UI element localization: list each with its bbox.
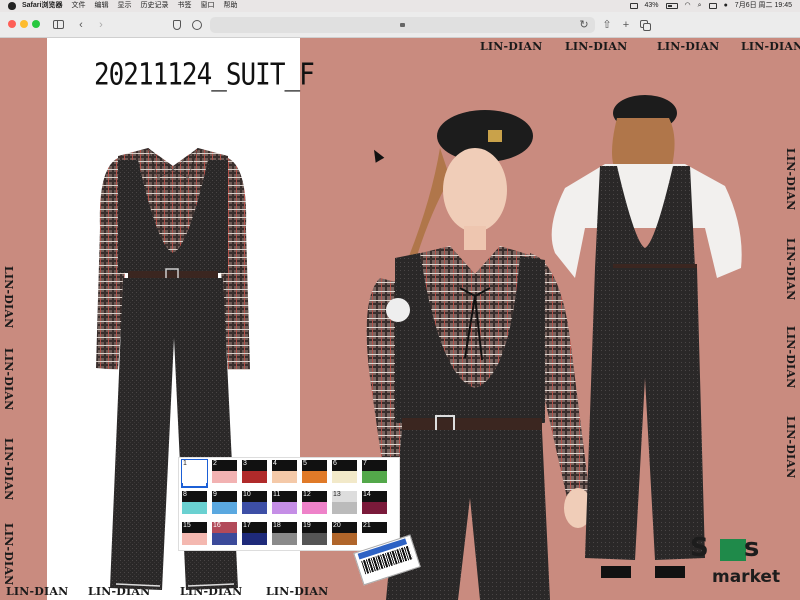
swatch-number: 12 [303, 491, 311, 498]
swatch-number: 21 [363, 522, 371, 529]
menu-edit[interactable]: 编辑 [94, 0, 108, 12]
watermark: LIN-DIAN [6, 585, 69, 598]
swatch-5[interactable]: 5 [302, 460, 327, 487]
swatch-16[interactable]: 16 [212, 522, 237, 549]
model-back-image [551, 95, 742, 578]
menu-bookmarks[interactable]: 书签 [177, 0, 191, 12]
menu-history[interactable]: 历史记录 [140, 0, 168, 12]
siri-icon[interactable]: ● [724, 0, 728, 12]
swatch-9[interactable]: 9 [212, 491, 237, 518]
minimize-window-button[interactable] [20, 20, 28, 28]
swatch-number: 18 [273, 522, 281, 529]
close-window-button[interactable] [8, 20, 16, 28]
share-icon[interactable]: ⇧ [598, 16, 616, 34]
outfit-title: 20211124_SUIT_F [94, 58, 315, 93]
swatch-7[interactable]: 7 [362, 460, 387, 487]
swatch-number: 17 [243, 522, 251, 529]
swatch-number: 8 [183, 491, 187, 498]
swatch-14[interactable]: 14 [362, 491, 387, 518]
watermark: LIN-DIAN [266, 585, 329, 598]
new-tab-plus-icon[interactable]: + [617, 16, 635, 34]
swatch-11[interactable]: 11 [272, 491, 297, 518]
swatch-2[interactable]: 2 [212, 460, 237, 487]
logo-line2: market [712, 567, 781, 587]
screen-icon[interactable] [629, 3, 638, 9]
zoom-window-button[interactable] [32, 20, 40, 28]
apple-icon[interactable] [8, 2, 16, 10]
watermark: LIN-DIAN [784, 416, 797, 479]
forward-chevron-icon[interactable]: › [92, 16, 110, 34]
swatch-1[interactable]: 1 [181, 459, 208, 488]
address-bar[interactable] [210, 17, 595, 33]
swatch-number: 13 [333, 491, 341, 498]
watermark: LIN-DIAN [2, 266, 15, 329]
swatch-number: 5 [303, 460, 307, 467]
lock-icon [400, 22, 405, 27]
swatch-8[interactable]: 8 [182, 491, 207, 518]
swatch-3[interactable]: 3 [242, 460, 267, 487]
swatch-number: 10 [243, 491, 251, 498]
reload-icon[interactable]: ↻ [575, 16, 593, 34]
sidebar-toggle-icon[interactable] [50, 16, 68, 34]
menu-help[interactable]: 帮助 [223, 0, 237, 12]
swatch-18[interactable]: 18 [272, 522, 297, 549]
swatch-10[interactable]: 10 [242, 491, 267, 518]
swatch-number: 3 [243, 460, 247, 467]
swatch-number: 7 [363, 460, 367, 467]
watermark: LIN-DIAN [784, 238, 797, 301]
back-chevron-icon[interactable]: ‹ [72, 16, 90, 34]
web-page: 20211124_SUIT_F LIN-DIAN LIN-DIAN LIN-DI… [0, 38, 800, 600]
swatch-number: 1 [183, 460, 187, 467]
privacy-shield-icon[interactable] [168, 16, 186, 34]
watermark: LIN-DIAN [2, 348, 15, 411]
swatch-6[interactable]: 6 [332, 460, 357, 487]
logo-line1: S s [690, 533, 762, 563]
watermark: LIN-DIAN [784, 326, 797, 389]
swatch-number: 4 [273, 460, 277, 467]
watermark: LIN-DIAN [2, 523, 15, 586]
color-swatch-palette: 1 2 3 4 5 6 7 8 9 10 11 12 13 14 15 16 17 18 19 20 21 [178, 457, 400, 551]
menu-bar: Safari浏览器 文件 编辑 显示 历史记录 书签 窗口 帮助 43% ◠ ⌕… [0, 0, 800, 12]
status-area: 43% ◠ ⌕ ● 7月6日 周二 19:45 [629, 0, 800, 12]
swatch-20[interactable]: 20 [332, 522, 357, 549]
browser-toolbar: ‹ › ↻ ⇧ + [0, 12, 800, 38]
watermark: LIN-DIAN [2, 438, 15, 501]
history-clock-icon[interactable] [188, 16, 206, 34]
swatch-4[interactable]: 4 [272, 460, 297, 487]
menu-file[interactable]: 文件 [71, 0, 85, 12]
sims-market-logo: S s market [690, 533, 794, 595]
watermark: LIN-DIAN [480, 40, 543, 53]
swatch-12[interactable]: 12 [302, 491, 327, 518]
battery-icon[interactable] [665, 3, 678, 9]
watermark: LIN-DIAN [565, 40, 628, 53]
menu-view[interactable]: 显示 [117, 0, 131, 12]
battery-percent: 43% [644, 2, 659, 9]
datetime[interactable]: 7月6日 周二 19:45 [735, 0, 792, 12]
swatch-number: 9 [213, 491, 217, 498]
wifi-icon[interactable]: ◠ [685, 0, 691, 12]
watermark: LIN-DIAN [784, 148, 797, 211]
swatch-19[interactable]: 19 [302, 522, 327, 549]
swatch-number: 19 [303, 522, 311, 529]
tab-overview-icon[interactable] [636, 16, 654, 34]
control-center-icon[interactable] [708, 3, 717, 9]
swatch-number: 16 [213, 522, 221, 529]
menu-app-name[interactable]: Safari浏览器 [22, 0, 62, 12]
menu-window[interactable]: 窗口 [200, 0, 214, 12]
swatch-number: 14 [363, 491, 371, 498]
spotlight-icon[interactable]: ⌕ [698, 0, 702, 12]
swatch-number: 6 [333, 460, 337, 467]
watermark: LIN-DIAN [657, 40, 720, 53]
swatch-number: 15 [183, 522, 191, 529]
swatch-17[interactable]: 17 [242, 522, 267, 549]
swatch-13[interactable]: 13 [332, 491, 357, 518]
swatch-number: 11 [273, 491, 281, 498]
swatch-15[interactable]: 15 [182, 522, 207, 549]
swatch-number: 20 [333, 522, 341, 529]
swatch-number: 2 [213, 460, 217, 467]
watermark: LIN-DIAN [741, 40, 800, 53]
